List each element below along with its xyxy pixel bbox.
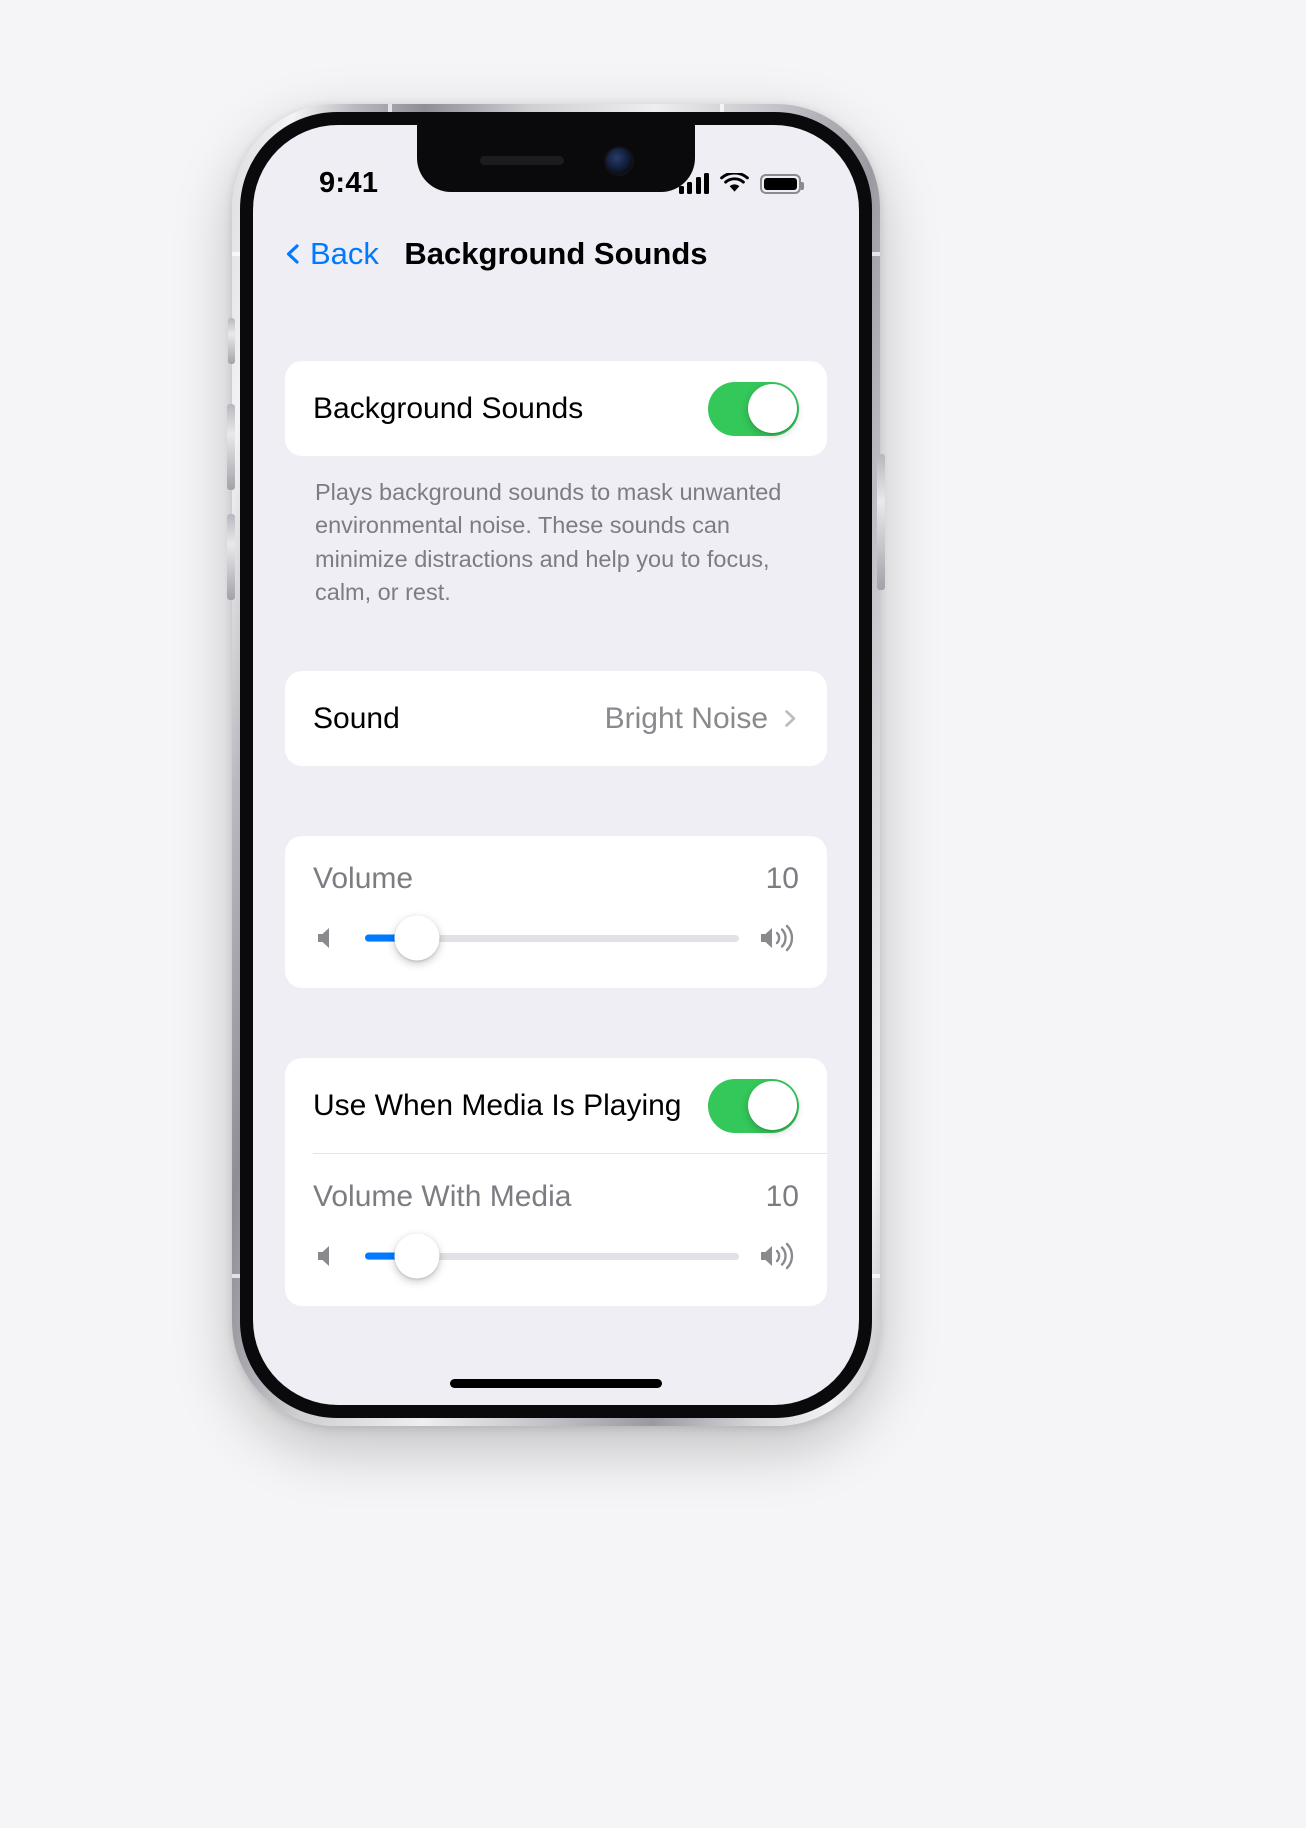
media-volume-value: 10 [765,1180,799,1214]
front-camera-icon [606,147,632,174]
background-sounds-label: Background Sounds [313,391,584,425]
antenna-line [232,252,240,256]
navigation-bar: Back Background Sounds [253,217,859,291]
volume-label: Volume [313,862,414,896]
earpiece-speaker-icon [480,156,564,165]
volume-slider-row [313,915,799,961]
volume-down-button[interactable] [227,514,235,600]
wifi-icon [720,172,749,192]
antenna-line [232,1274,240,1278]
use-when-media-label: Use When Media Is Playing [313,1088,682,1122]
sound-row[interactable]: Sound Bright Noise [285,671,827,766]
antenna-line [720,104,724,112]
antenna-line [388,104,392,112]
volume-header: Volume 10 [313,862,799,896]
volume-slider-knob[interactable] [394,915,440,961]
volume-card: Volume 10 [285,836,827,989]
back-button-label: Back [310,236,379,271]
side-power-button[interactable] [877,454,885,590]
toggle-knob [747,384,797,433]
settings-scroll-view[interactable]: Background Sounds Plays background sound… [253,291,859,1405]
back-button[interactable]: Back [283,236,379,272]
antenna-line [872,1274,880,1278]
status-time: 9:41 [319,166,379,199]
volume-value: 10 [765,862,799,896]
media-volume-header: Volume With Media 10 [313,1180,799,1214]
speaker-high-icon [761,1243,794,1270]
media-volume-slider-row [313,1233,799,1279]
chevron-right-icon [785,710,796,728]
device-screen: 9:41 Back Background Sounds Background S… [253,125,859,1405]
home-indicator[interactable] [450,1379,662,1388]
status-icons [678,172,804,194]
chevron-left-icon [286,244,299,264]
sound-label: Sound [313,701,400,735]
sound-value: Bright Noise [604,701,768,735]
speaker-high-icon [761,925,794,952]
volume-up-button[interactable] [227,404,235,490]
background-sounds-footnote: Plays background sounds to mask unwanted… [315,479,782,606]
media-volume-slider-knob[interactable] [394,1233,440,1279]
speaker-low-icon [318,1246,329,1267]
toggle-knob [747,1081,797,1131]
use-when-media-row[interactable]: Use When Media Is Playing [285,1058,827,1153]
background-sounds-card: Background Sounds [285,361,827,456]
media-volume-slider[interactable] [365,1233,739,1279]
volume-slider[interactable] [365,915,739,961]
device-bezel: 9:41 Back Background Sounds Background S… [240,112,872,1418]
background-sounds-toggle[interactable] [708,381,799,436]
background-sounds-row[interactable]: Background Sounds [285,361,827,456]
media-volume-label: Volume With Media [313,1180,572,1214]
use-when-media-toggle[interactable] [708,1078,799,1133]
sound-value-group: Bright Noise [605,702,799,736]
media-volume-slider-block: Volume With Media 10 [285,1154,827,1306]
silent-switch-button[interactable] [228,318,235,364]
iphone-device-frame: 9:41 Back Background Sounds Background S… [227,104,885,1426]
antenna-line [872,252,880,256]
volume-slider-block: Volume 10 [285,836,827,988]
media-card: Use When Media Is Playing Volume With Me… [285,1058,827,1307]
notch [417,125,695,192]
battery-icon [760,173,804,194]
sound-card: Sound Bright Noise [285,671,827,767]
speaker-low-icon [318,928,329,949]
